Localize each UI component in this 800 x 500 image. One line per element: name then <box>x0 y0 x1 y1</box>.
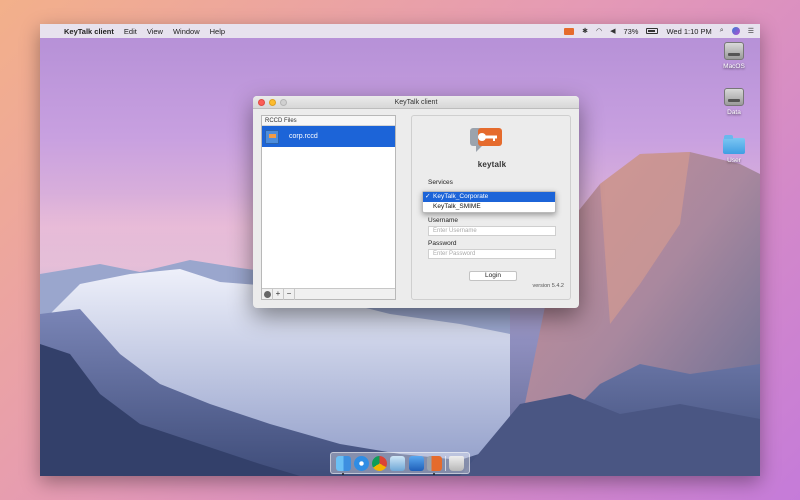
hard-disk-icon <box>724 42 744 60</box>
service-option-corporate[interactable]: ✓ KeyTalk_Corporate <box>423 192 555 202</box>
spotlight-search-icon[interactable]: ⌕ <box>720 27 724 35</box>
globe-icon <box>263 290 271 298</box>
window-title: KeyTalk client <box>394 99 438 106</box>
trash-icon[interactable] <box>449 455 465 471</box>
volume-icon[interactable]: ◀ <box>610 27 615 35</box>
keytalk-logo-icon <box>470 128 502 152</box>
username-field[interactable]: Enter Username <box>428 226 556 236</box>
file-name: corp.rccd <box>289 133 318 140</box>
desktop-icon-data[interactable]: Data <box>712 88 756 116</box>
remove-file-button[interactable]: − <box>284 288 295 300</box>
menu-app-name[interactable]: KeyTalk client <box>64 27 114 36</box>
bluetooth-icon[interactable]: ✱ <box>582 27 588 35</box>
safari-icon[interactable] <box>353 455 369 471</box>
add-file-button[interactable]: + <box>273 288 284 300</box>
checkmark-icon: ✓ <box>425 193 431 200</box>
preview-icon[interactable] <box>390 455 406 471</box>
desktop-icon-label: Data <box>727 109 741 116</box>
dock <box>330 452 470 475</box>
desktop-icon-user[interactable]: User <box>712 135 756 164</box>
service-option-label: KeyTalk_SMIME <box>433 203 481 210</box>
desktop-icon-label: User <box>727 157 741 164</box>
battery-percent: 73% <box>623 26 639 36</box>
running-indicator <box>432 472 435 475</box>
globe-button[interactable] <box>262 288 273 300</box>
menu-window[interactable]: Window <box>173 27 200 36</box>
menu-edit[interactable]: Edit <box>124 27 137 36</box>
rccd-file-icon <box>265 129 279 144</box>
running-indicator <box>341 472 344 475</box>
password-field[interactable]: Enter Password <box>428 249 556 259</box>
xcode-icon[interactable] <box>408 455 424 471</box>
window-titlebar[interactable]: KeyTalk client <box>253 96 579 109</box>
password-label: Password <box>428 240 457 247</box>
login-button[interactable]: Login <box>469 271 517 281</box>
services-label: Services <box>428 179 453 186</box>
close-button[interactable] <box>258 99 265 106</box>
minimize-button[interactable] <box>269 99 276 106</box>
menu-bar: KeyTalk client Edit View Window Help ✱ ◠… <box>40 24 760 38</box>
dock-separator <box>445 455 447 471</box>
logo-text: keytalk <box>477 160 507 169</box>
window-controls <box>258 99 287 106</box>
finder-icon[interactable] <box>335 455 351 475</box>
desktop-icon-label: MacOS <box>723 63 745 70</box>
chrome-icon[interactable] <box>372 455 388 471</box>
rccd-files-panel: RCCD Files corp.rccd + − <box>261 115 396 300</box>
username-label: Username <box>428 217 458 224</box>
battery-icon[interactable] <box>646 28 659 34</box>
services-dropdown[interactable]: ✓ KeyTalk_Corporate KeyTalk_SMIME <box>422 191 556 213</box>
service-option-label: KeyTalk_Corporate <box>433 193 489 200</box>
menu-help[interactable]: Help <box>210 27 225 36</box>
rccd-files-header: RCCD Files <box>262 116 395 126</box>
keytalk-status-icon[interactable] <box>564 27 575 35</box>
wifi-icon[interactable]: ◠ <box>596 27 602 35</box>
zoom-button <box>280 99 287 106</box>
folder-icon <box>723 135 745 154</box>
keytalk-window: KeyTalk client RCCD Files corp.rccd + − <box>253 96 579 308</box>
version-label: version 5.4.2 <box>532 283 565 289</box>
desktop-icon-macos[interactable]: MacOS <box>712 42 756 70</box>
file-list-footer: + − <box>262 288 395 300</box>
status-area: ✱ ◠ ◀ 73% Wed 1:10 PM ⌕ ☰ <box>564 27 754 36</box>
hard-disk-icon <box>724 88 744 106</box>
service-option-smime[interactable]: KeyTalk_SMIME <box>423 202 555 212</box>
clock[interactable]: Wed 1:10 PM <box>666 27 711 36</box>
desktop: KeyTalk client Edit View Window Help ✱ ◠… <box>40 24 760 476</box>
siri-icon[interactable] <box>731 27 740 35</box>
keytalk-logo: keytalk <box>468 126 516 172</box>
menu-view[interactable]: View <box>147 27 163 36</box>
file-list-item[interactable]: corp.rccd <box>262 126 395 147</box>
keytalk-icon[interactable] <box>426 455 442 475</box>
login-panel: keytalk Services ✓ KeyTalk_Corporate Key… <box>411 115 571 300</box>
notification-center-icon[interactable]: ☰ <box>748 27 754 35</box>
